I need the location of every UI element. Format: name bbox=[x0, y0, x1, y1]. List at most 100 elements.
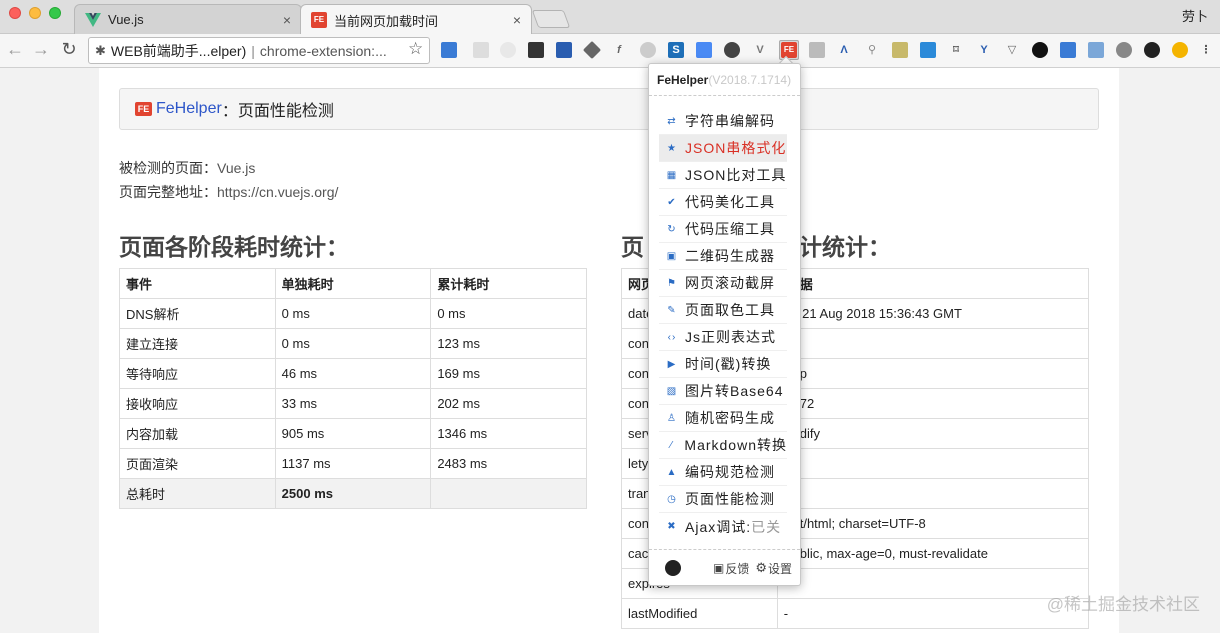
gear-icon: ⚙ bbox=[755, 560, 768, 575]
extension-gear-icon[interactable] bbox=[1116, 42, 1132, 58]
menu-item-label: 页面取色工具 bbox=[685, 302, 775, 318]
menu-item-code-beautify[interactable]: ✔ 代码美化工具 bbox=[659, 189, 787, 216]
extension-monitor-icon[interactable] bbox=[920, 42, 936, 58]
table-header-row: 事件 单独耗时 累计耗时 bbox=[119, 268, 587, 299]
table-icon: ▦ bbox=[666, 169, 678, 181]
table-row: DNS解析 0 ms 0 ms bbox=[119, 298, 587, 329]
extension-screen-icon[interactable] bbox=[441, 42, 457, 58]
table-row: 页面渲染 1137 ms 2483 ms bbox=[119, 448, 587, 479]
page-url-value[interactable]: https://cn.vuejs.org/ bbox=[217, 184, 338, 200]
settings-button[interactable]: ⚙ 设置 bbox=[755, 560, 792, 577]
extension-tree-icon[interactable]: ⚲ bbox=[864, 42, 880, 58]
feedback-button[interactable]: ▣ 反馈 bbox=[713, 560, 749, 577]
extension-chrome-icon[interactable] bbox=[1172, 42, 1188, 58]
close-x-icon: ✖ bbox=[667, 521, 677, 532]
menu-item-ajax-debug[interactable]: ✖ Ajax调试: 已关 bbox=[659, 513, 787, 540]
tab-page-load-time[interactable]: FE 当前网页加载时间 × bbox=[300, 4, 532, 35]
menu-item-json-compare[interactable]: ▦ JSON比对工具 bbox=[659, 162, 787, 189]
menu-kebab-icon[interactable]: ⋮ bbox=[1198, 42, 1214, 58]
tested-page-value: Vue.js bbox=[217, 160, 256, 176]
table-row: lastModified - bbox=[621, 598, 1090, 629]
table-cell bbox=[776, 478, 1090, 509]
table-cell: 建立连接 bbox=[119, 328, 276, 359]
play-icon: ▶ bbox=[667, 358, 677, 370]
swap-arrows-icon: ⇄ bbox=[667, 115, 677, 127]
star-icon: ★ bbox=[667, 142, 677, 154]
menu-item-markdown[interactable]: ⁄ Markdown转换 bbox=[659, 432, 787, 459]
extension-lambda-icon[interactable]: Λ bbox=[836, 42, 852, 58]
bookmark-star-icon[interactable]: ☆ bbox=[408, 39, 423, 59]
menu-item-label: 编码规范检测 bbox=[685, 464, 775, 480]
window-minimize-button[interactable] bbox=[29, 7, 41, 19]
menu-item-screenshot[interactable]: ⚑ 网页滚动截屏 bbox=[659, 270, 787, 297]
tab-close-icon[interactable]: × bbox=[513, 12, 521, 28]
extension-gray-circle-icon[interactable] bbox=[640, 42, 656, 58]
qrcode-icon: ▣ bbox=[666, 250, 678, 262]
settings-label: 设置 bbox=[768, 561, 793, 576]
tab-close-icon[interactable]: × bbox=[283, 12, 291, 28]
menu-item-code-compress[interactable]: ↻ 代码压缩工具 bbox=[659, 216, 787, 243]
tab-vuejs[interactable]: Vue.js × bbox=[74, 4, 302, 34]
table-row: 等待响应 46 ms 169 ms bbox=[119, 358, 587, 389]
address-bar[interactable]: ✱ WEB前端助手...elper) | chrome-extension:..… bbox=[88, 37, 430, 64]
extension-vee-icon[interactable]: ▽ bbox=[1004, 42, 1020, 58]
flag-icon: ⚑ bbox=[667, 277, 677, 289]
tab-title: 当前网页加载时间 bbox=[334, 13, 439, 29]
menu-item-label: Ajax调试: bbox=[685, 518, 752, 535]
new-tab-button[interactable] bbox=[531, 10, 571, 28]
table-row: 接收响应 33 ms 202 ms bbox=[119, 388, 587, 419]
menu-item-qrcode[interactable]: ▣ 二维码生成器 bbox=[659, 243, 787, 270]
table-cell: 0 ms bbox=[274, 298, 432, 329]
reload-button[interactable]: ↻ bbox=[58, 39, 80, 60]
fehelper-logo-icon: FE bbox=[135, 102, 152, 116]
extension-bookmark-icon[interactable]: ⌑ bbox=[948, 42, 964, 58]
extension-shield-icon[interactable] bbox=[528, 42, 544, 58]
menu-item-image-base64[interactable]: ▧ 图片转Base64 bbox=[659, 378, 787, 405]
github-icon[interactable] bbox=[665, 560, 681, 576]
extension-translate-icon[interactable] bbox=[696, 42, 712, 58]
extension-note-icon[interactable] bbox=[892, 42, 908, 58]
feedback-label: 反馈 bbox=[725, 561, 750, 576]
window-maximize-button[interactable] bbox=[49, 7, 61, 19]
forward-button[interactable]: → bbox=[30, 39, 52, 60]
window-close-button[interactable] bbox=[9, 7, 21, 19]
extension-circle-icon[interactable] bbox=[500, 42, 516, 58]
extension-function-icon[interactable]: f bbox=[611, 42, 627, 58]
table-cell bbox=[430, 478, 587, 509]
fehelper-extension-icon[interactable]: FE bbox=[779, 40, 799, 60]
menu-item-string-codec[interactable]: ⇄ 字符串编解码 bbox=[659, 108, 787, 135]
menu-item-password[interactable]: ♙ 随机密码生成 bbox=[659, 405, 787, 432]
menu-item-performance[interactable]: ◷ 页面性能检测 bbox=[659, 486, 787, 513]
menu-item-color-picker[interactable]: ✎ 页面取色工具 bbox=[659, 297, 787, 324]
browser-toolbar: ← → ↻ ✱ WEB前端助手...elper) | chrome-extens… bbox=[0, 34, 1220, 68]
extension-dark-circle-icon[interactable] bbox=[1032, 42, 1048, 58]
header-section-title-end: 计统计： bbox=[799, 234, 891, 260]
extension-stack-icon[interactable] bbox=[1060, 42, 1076, 58]
extension-puzzle-icon: ✱ bbox=[95, 42, 106, 58]
menu-item-code-standards[interactable]: ▲ 编码规范检测 bbox=[659, 459, 787, 486]
extension-plus-icon[interactable] bbox=[809, 42, 825, 58]
extension-evernote-icon[interactable] bbox=[724, 42, 740, 58]
extension-card-icon[interactable] bbox=[1088, 42, 1104, 58]
check-icon: ✔ bbox=[667, 196, 677, 208]
menu-item-timestamp[interactable]: ▶ 时间(戳)转换 bbox=[659, 351, 787, 378]
menu-item-regex[interactable]: ‹› Js正则表达式 bbox=[659, 324, 787, 351]
omnibox-title: WEB前端助手...elper) bbox=[110, 42, 247, 59]
column-header: 事件 bbox=[119, 268, 276, 299]
table-cell: p bbox=[776, 358, 1090, 389]
extension-pocket-icon[interactable] bbox=[556, 42, 572, 58]
extension-diamond-icon[interactable] bbox=[582, 40, 602, 60]
profile-name[interactable]: 劳卜 bbox=[1182, 6, 1208, 25]
slash-icon: ⁄ bbox=[670, 439, 674, 451]
extension-tampermonkey-icon[interactable] bbox=[1144, 42, 1160, 58]
menu-item-json-format[interactable]: ★ JSON串格式化 bbox=[659, 135, 787, 162]
extension-s-icon[interactable]: S bbox=[668, 42, 684, 58]
table-cell: 1346 ms bbox=[430, 418, 587, 449]
table-row: 建立连接 0 ms 123 ms bbox=[119, 328, 587, 359]
popup-version: (V2018.7.1714) bbox=[708, 73, 792, 87]
extension-grid-icon[interactable] bbox=[473, 42, 489, 58]
extension-y-icon[interactable]: Y bbox=[976, 42, 992, 58]
extension-v-icon[interactable]: V bbox=[752, 42, 768, 58]
back-button[interactable]: ← bbox=[4, 39, 26, 60]
total-label: 总耗时 bbox=[119, 478, 276, 509]
